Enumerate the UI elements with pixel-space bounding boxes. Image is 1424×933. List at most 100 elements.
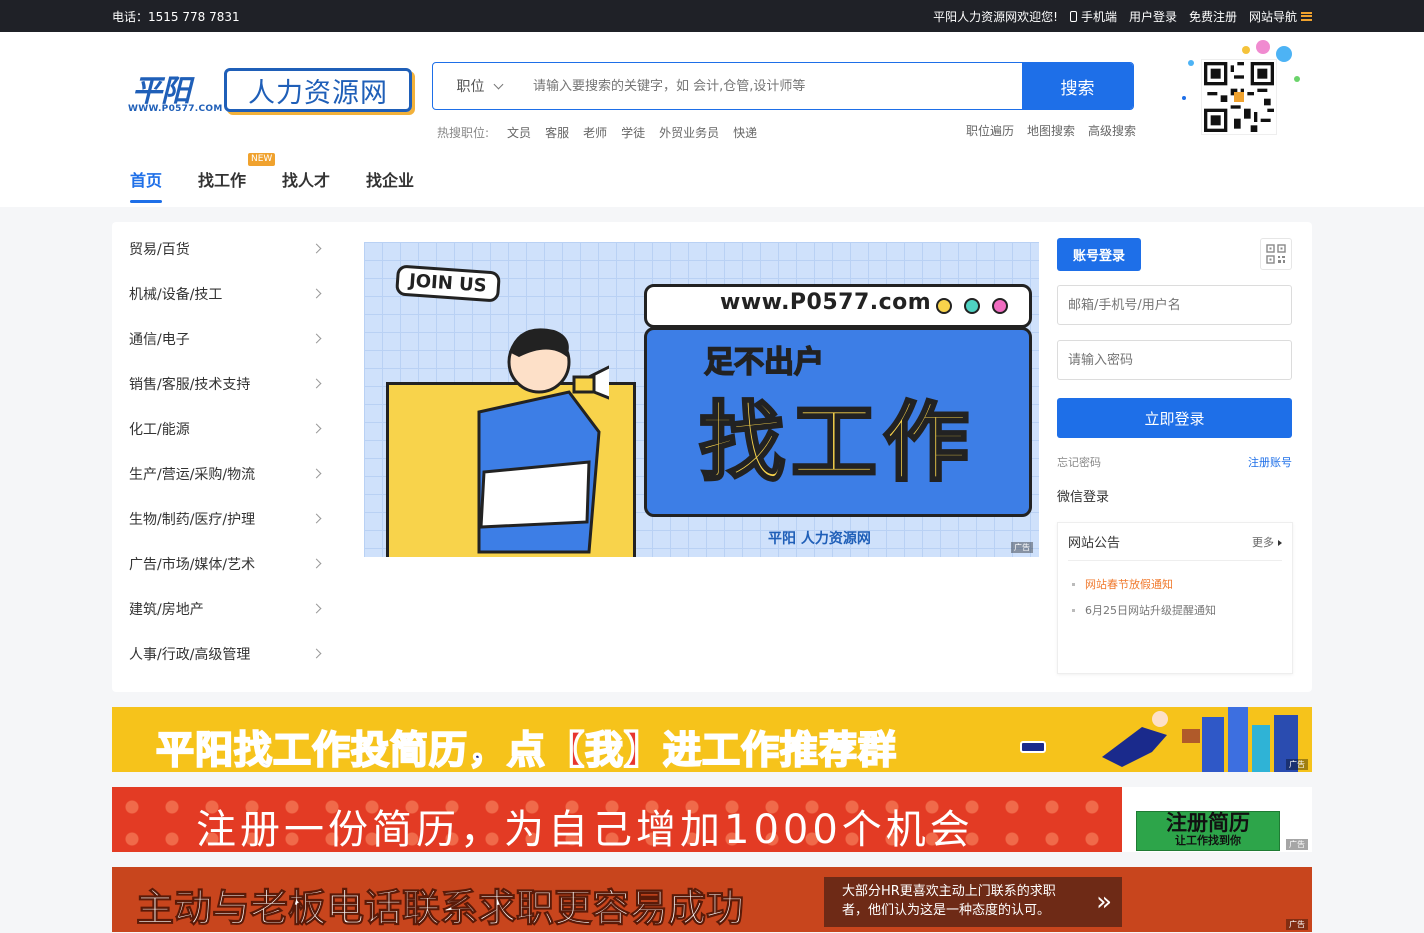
qr-code-area <box>1174 36 1304 136</box>
logo-name: 人力资源网 <box>224 68 412 112</box>
hero-banner[interactable]: JOIN US www.P0577.com 足不出户 找工作 平阳 人力资源网 … <box>364 242 1039 557</box>
quick-link-browse[interactable]: 职位遍历 <box>966 122 1014 139</box>
user-login-link[interactable]: 用户登录 <box>1129 8 1177 25</box>
qr-code[interactable] <box>1202 60 1276 134</box>
notice-item[interactable]: 网站春节放假通知 <box>1068 571 1282 597</box>
wechat-login-link[interactable]: 微信登录 <box>1057 486 1292 505</box>
quick-link-advanced[interactable]: 高级搜索 <box>1088 122 1136 139</box>
ad-strip-wechat-group[interactable]: 平阳找工作投简历，点【我】进工作推荐群 广告 <box>112 707 1312 772</box>
decor-dot <box>1182 96 1186 100</box>
chevron-right-icon <box>311 243 322 254</box>
category-item[interactable]: 生产/营运/采购/物流 <box>129 451 324 496</box>
category-label: 贸易/百货 <box>129 241 190 258</box>
banner-dot <box>936 298 952 314</box>
category-list: 贸易/百货 机械/设备/技工 通信/电子 销售/客服/技术支持 化工/能源 生产… <box>129 226 324 676</box>
decor-dot <box>1294 76 1300 82</box>
account-login-tab[interactable]: 账号登录 <box>1057 238 1142 271</box>
notice-item[interactable]: 6月25日网站升级提醒通知 <box>1068 597 1282 623</box>
decor-dot <box>1242 46 1250 54</box>
site-nav-label: 网站导航 <box>1248 9 1297 24</box>
notice-more-link[interactable]: 更多 <box>1252 534 1282 550</box>
quick-links: 职位遍历 地图搜索 高级搜索 <box>966 122 1136 139</box>
decor-dot <box>1188 60 1194 66</box>
quick-link-map[interactable]: 地图搜索 <box>1027 122 1075 139</box>
hot-item[interactable]: 学徒 <box>621 124 645 141</box>
category-label: 机械/设备/技工 <box>129 286 223 303</box>
category-label: 化工/能源 <box>129 421 190 438</box>
chevron-right-icon <box>311 603 322 614</box>
category-item[interactable]: 生物/制药/医疗/护理 <box>129 496 324 541</box>
banner-headline: 找工作 <box>698 392 975 495</box>
category-item[interactable]: 销售/客服/技术支持 <box>129 361 324 406</box>
notice-header: 网站公告 更多 <box>1068 523 1282 561</box>
password-input[interactable] <box>1057 340 1292 380</box>
hot-item[interactable]: 客服 <box>545 124 569 141</box>
ad-strip-text: 平阳找工作投简历，点【我】进工作推荐群 <box>155 719 897 772</box>
notice-title: 网站公告 <box>1068 536 1121 551</box>
hot-item[interactable]: 文员 <box>507 124 531 141</box>
category-label: 销售/客服/技术支持 <box>129 376 251 393</box>
site-nav-link[interactable]: 网站导航 <box>1249 8 1312 25</box>
megaphone-person-icon <box>477 328 609 554</box>
hot-item[interactable]: 老师 <box>583 124 607 141</box>
chevron-right-icon <box>311 558 322 569</box>
search-button[interactable]: 搜索 <box>1022 63 1133 109</box>
nav-home[interactable]: 首页 <box>130 159 163 203</box>
nav-find-talent[interactable]: 找人才 <box>282 159 330 203</box>
ad-strip-call-boss[interactable]: 主动与老板电话联系求职更容易成功 大部分HR更喜欢主动上门联系的求职者，他们认为… <box>112 867 1312 932</box>
forgot-password-link[interactable]: 忘记密码 <box>1057 454 1101 470</box>
qr-code-icon <box>1266 244 1286 264</box>
running-businessman-icon <box>1102 707 1298 772</box>
ad-strip-register-resume[interactable]: 注册一份简历，为自己增加1000个机会 注册简历 让工作找到你 广告 <box>112 787 1312 852</box>
category-item[interactable]: 人事/行政/高级管理 <box>129 631 324 676</box>
category-item[interactable]: 化工/能源 <box>129 406 324 451</box>
category-item[interactable]: 贸易/百货 <box>129 226 324 271</box>
qr-code-icon <box>1204 62 1274 132</box>
chevron-right-icon <box>311 648 322 659</box>
ad-strip-text: 主动与老板电话联系求职更容易成功 <box>135 886 745 931</box>
hot-searches: 热搜职位: 文员 客服 老师 学徒 外贸业务员 快递 <box>437 124 757 141</box>
chevron-right-icon <box>311 468 322 479</box>
category-item[interactable]: 广告/市场/媒体/艺术 <box>129 541 324 586</box>
top-bar: 电话：1515 778 7831 平阳人力资源网欢迎您! 手机端 用户登录 免费… <box>0 0 1424 32</box>
ad-text-part: 平阳找工作投简历，点 <box>155 727 547 772</box>
mobile-label: 手机端 <box>1080 9 1117 24</box>
qr-login-button[interactable] <box>1260 238 1292 270</box>
search-bar: 职位 搜索 <box>432 62 1134 110</box>
category-item[interactable]: 通信/电子 <box>129 316 324 361</box>
badge-title: 注册简历 <box>1166 811 1250 835</box>
hot-label: 热搜职位: <box>437 126 490 140</box>
category-label: 通信/电子 <box>129 331 190 348</box>
mobile-link[interactable]: 手机端 <box>1069 8 1117 25</box>
register-link[interactable]: 注册账号 <box>1248 454 1292 470</box>
logo-domain: WWW.P0577.COM <box>128 104 223 114</box>
notice-more-label: 更多 <box>1252 535 1274 549</box>
hot-item[interactable]: 外贸业务员 <box>659 124 719 141</box>
username-input[interactable] <box>1057 285 1292 325</box>
ad-strip-note: 大部分HR更喜欢主动上门联系的求职者，他们认为这是一种态度的认可。 » <box>824 877 1122 927</box>
ad-note-text: 大部分HR更喜欢主动上门联系的求职者，他们认为这是一种态度的认可。 <box>842 884 1056 918</box>
nav-find-company[interactable]: 找企业 <box>366 159 414 203</box>
chevron-right-icon <box>311 333 322 344</box>
search-category-label: 职位 <box>456 79 485 95</box>
nav-find-job[interactable]: 找工作 NEW <box>198 153 276 203</box>
hot-item[interactable]: 快递 <box>733 124 757 141</box>
login-panel: 账号登录 立即登录 忘记密码 注册账号 微信登录 <box>1057 238 1292 505</box>
search-category-select[interactable]: 职位 <box>433 63 525 109</box>
site-logo[interactable]: 平阳 WWW.P0577.COM 人力资源网 <box>128 64 413 118</box>
nav-find-job-label: 找工作 <box>198 171 247 190</box>
ad-strip-text: 注册一份简历，为自己增加1000个机会 <box>196 807 974 852</box>
chevron-right-icon <box>311 378 322 389</box>
search-input[interactable] <box>525 63 1022 109</box>
free-register-link[interactable]: 免费注册 <box>1189 8 1237 25</box>
banner-brand: 平阳 人力资源网 <box>768 531 871 547</box>
phone-number: 电话：1515 778 7831 <box>112 9 240 24</box>
login-links: 忘记密码 注册账号 <box>1057 454 1292 470</box>
ad-label: 广告 <box>1286 839 1308 850</box>
category-item[interactable]: 建筑/房地产 <box>129 586 324 631</box>
main-nav: 首页 找工作 NEW 找人才 找企业 <box>130 153 450 203</box>
category-item[interactable]: 机械/设备/技工 <box>129 271 324 316</box>
double-chevron-right-icon: » <box>1096 887 1112 917</box>
login-submit-button[interactable]: 立即登录 <box>1057 398 1292 438</box>
chevron-right-icon <box>311 513 322 524</box>
